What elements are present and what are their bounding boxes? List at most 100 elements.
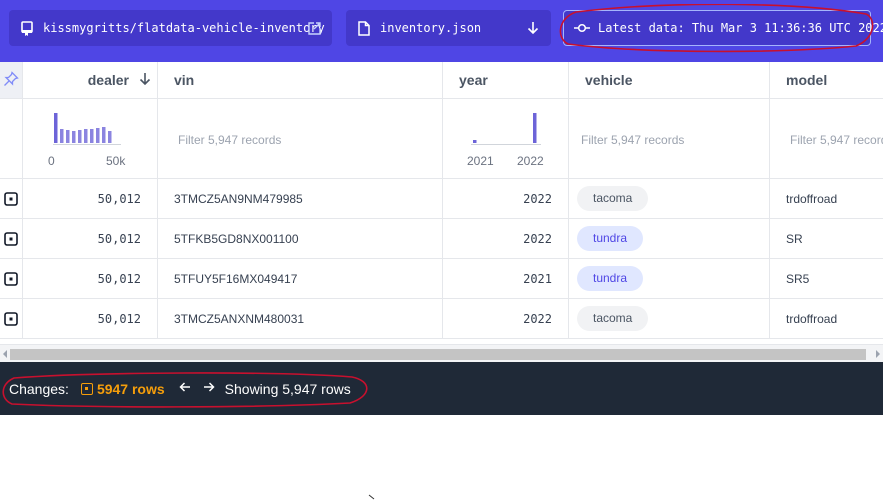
changed-rows-count: 5947 rows <box>96 380 165 397</box>
model-filter[interactable]: Filter 5,947 records <box>770 99 883 178</box>
cell-year: 2022 <box>443 299 569 338</box>
scroll-right-arrow-icon[interactable] <box>874 349 882 359</box>
commit-icon <box>574 20 590 36</box>
vin-filter-placeholder: Filter 5,947 records <box>178 133 282 147</box>
vehicle-filter-placeholder: Filter 5,947 records <box>581 133 685 147</box>
annotation-stray-mark <box>368 494 375 500</box>
commit-label: Latest data: Thu Mar 3 11:36:36 UTC 2022 <box>598 21 883 35</box>
column-header-dealer[interactable]: dealer <box>23 62 158 98</box>
status-footer: Changes: 5947 rows Showing 5,947 rows <box>0 362 883 415</box>
column-header-year[interactable]: year <box>443 62 569 98</box>
cell-year: 2022 <box>443 179 569 218</box>
repo-selector[interactable]: kissmygritts/flatdata-vehicle-inventory <box>9 10 332 46</box>
changes-label: Changes: <box>9 380 69 397</box>
repo-icon <box>19 20 35 36</box>
cell-model: SR5 <box>786 271 810 286</box>
cell-dealer: 50,012 <box>23 219 158 258</box>
repo-name: kissmygritts/flatdata-vehicle-inventory <box>43 21 325 35</box>
sort-down-icon[interactable] <box>139 72 151 88</box>
column-label-dealer: dealer <box>87 72 129 88</box>
table-row[interactable]: 50,012 5TFKB5GD8NX001100 2022 tundra SR <box>0 219 883 259</box>
histogram-bar <box>84 129 88 143</box>
cell-model: SR <box>786 231 803 246</box>
year-tick-max: 2022 <box>517 154 544 168</box>
cell-vehicle: tacoma <box>569 299 770 338</box>
download-arrow-icon[interactable] <box>525 20 541 36</box>
cell-vin: 5TFKB5GD8NX001100 <box>158 219 443 258</box>
histogram-bar <box>78 130 82 143</box>
table-row[interactable]: 50,012 3TMCZ5ANXNM480031 2022 tacoma trd… <box>0 299 883 339</box>
histogram-bar <box>473 140 477 143</box>
column-header-vin[interactable]: vin <box>158 62 443 98</box>
commit-selector[interactable]: Latest data: Thu Mar 3 11:36:36 UTC 2022 <box>563 10 883 46</box>
dealer-histogram-filter[interactable]: 0 50k <box>23 99 158 178</box>
diff-square-icon <box>80 382 93 395</box>
changed-rows-badge[interactable]: 5947 rows <box>80 380 165 397</box>
table-header: dealer vin year vehicle model <box>0 62 883 99</box>
column-label-vehicle: vehicle <box>585 72 633 88</box>
vehicle-tag: tacoma <box>577 186 649 211</box>
row-select-icon[interactable] <box>0 219 23 258</box>
dealer-tick-max: 50k <box>106 154 126 168</box>
filter-row: 0 50k Filter 5,947 records 2021 2022 Fil… <box>0 99 883 179</box>
column-header-vehicle[interactable]: vehicle <box>569 62 770 98</box>
row-select-icon[interactable] <box>0 299 23 338</box>
histogram-bar <box>108 131 112 143</box>
row-select-icon[interactable] <box>0 259 23 298</box>
column-header-model[interactable]: model <box>770 62 883 98</box>
histogram-bar <box>54 113 58 143</box>
model-filter-placeholder: Filter 5,947 records <box>790 133 883 147</box>
histogram-bar <box>533 113 537 143</box>
pin-icon[interactable] <box>3 70 19 90</box>
arrow-right-icon[interactable] <box>203 380 215 398</box>
histogram-bar <box>66 130 70 143</box>
row-select-icon[interactable] <box>0 179 23 218</box>
file-icon <box>356 20 372 36</box>
cell-model: trdoffroad <box>786 191 838 206</box>
cell-dealer: 50,012 <box>23 179 158 218</box>
file-selector[interactable]: inventory.json <box>346 10 551 46</box>
vin-filter[interactable]: Filter 5,947 records <box>158 99 443 178</box>
cell-year: 2021 <box>443 259 569 298</box>
column-label-vin: vin <box>174 72 195 88</box>
histogram-bar <box>60 129 64 143</box>
showing-rows-label: Showing 5,947 rows <box>224 380 351 397</box>
year-histogram-filter[interactable]: 2021 2022 <box>443 99 569 178</box>
column-label-model: model <box>786 72 828 88</box>
cell-vehicle: tacoma <box>569 179 770 218</box>
column-label-year: year <box>459 72 488 88</box>
histogram-bar <box>96 128 100 143</box>
file-name: inventory.json <box>380 21 482 35</box>
histogram-bar <box>72 131 76 143</box>
vehicle-tag: tacoma <box>577 306 649 331</box>
scroll-left-arrow-icon[interactable] <box>1 349 9 359</box>
vehicle-tag: tundra <box>577 266 644 291</box>
dealer-tick-min: 0 <box>48 154 55 168</box>
vehicle-filter[interactable]: Filter 5,947 records <box>569 99 770 178</box>
table-row[interactable]: 50,012 5TFUY5F16MX049417 2021 tundra SR5 <box>0 259 883 299</box>
year-tick-min: 2021 <box>467 154 494 168</box>
histogram-bar <box>90 129 94 143</box>
cell-year: 2022 <box>443 219 569 258</box>
vehicle-tag: tundra <box>577 226 644 251</box>
cell-model: trdoffroad <box>786 311 838 326</box>
cell-dealer: 50,012 <box>23 259 158 298</box>
cell-vin: 5TFUY5F16MX049417 <box>158 259 443 298</box>
cell-vin: 3TMCZ5AN9NM479985 <box>158 179 443 218</box>
scrollbar-thumb[interactable] <box>10 349 866 360</box>
arrow-left-icon[interactable] <box>179 380 191 398</box>
histogram-bar <box>102 127 106 143</box>
cell-vin: 3TMCZ5ANXNM480031 <box>158 299 443 338</box>
table-row[interactable]: 50,012 3TMCZ5AN9NM479985 2022 tacoma trd… <box>0 179 883 219</box>
horizontal-scrollbar[interactable] <box>0 344 883 362</box>
cell-vehicle: tundra <box>569 219 770 258</box>
filter-pin-spacer <box>0 99 23 178</box>
dealer-histogram[interactable] <box>53 111 123 145</box>
top-toolbar: kissmygritts/flatdata-vehicle-inventory … <box>0 0 883 62</box>
data-table: dealer vin year vehicle model 0 50k Filt… <box>0 62 883 344</box>
year-histogram[interactable] <box>471 111 543 145</box>
cell-dealer: 50,012 <box>23 299 158 338</box>
external-link-icon[interactable] <box>306 20 322 36</box>
pin-column-header[interactable] <box>0 62 23 98</box>
cell-vehicle: tundra <box>569 259 770 298</box>
